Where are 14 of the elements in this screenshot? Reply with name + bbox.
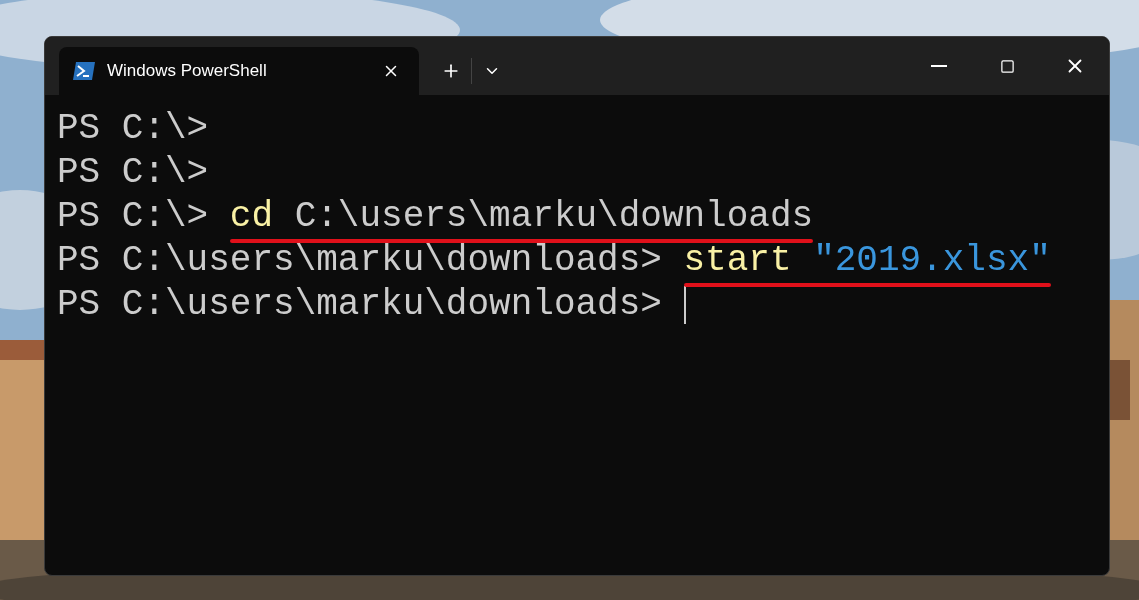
maximize-icon [999, 58, 1015, 74]
argument-text: "2019.xlsx" [813, 239, 1051, 283]
argument-text: C:\users\marku\downloads [294, 195, 814, 239]
minimize-icon [931, 65, 947, 67]
powershell-icon [73, 62, 95, 80]
prompt-text: PS C:\users\marku\downloads> [57, 283, 662, 327]
command-text: cd [229, 195, 274, 239]
prompt-text: PS C:\> [57, 195, 209, 239]
tab[interactable]: Windows PowerShell [59, 47, 419, 95]
prompt-text: PS C:\> [57, 107, 209, 151]
tab-title: Windows PowerShell [107, 60, 268, 83]
command-text: start [683, 239, 792, 283]
prompt-text: PS C:\> [57, 151, 209, 195]
prompt-text: PS C:\users\marku\downloads> [57, 239, 662, 283]
